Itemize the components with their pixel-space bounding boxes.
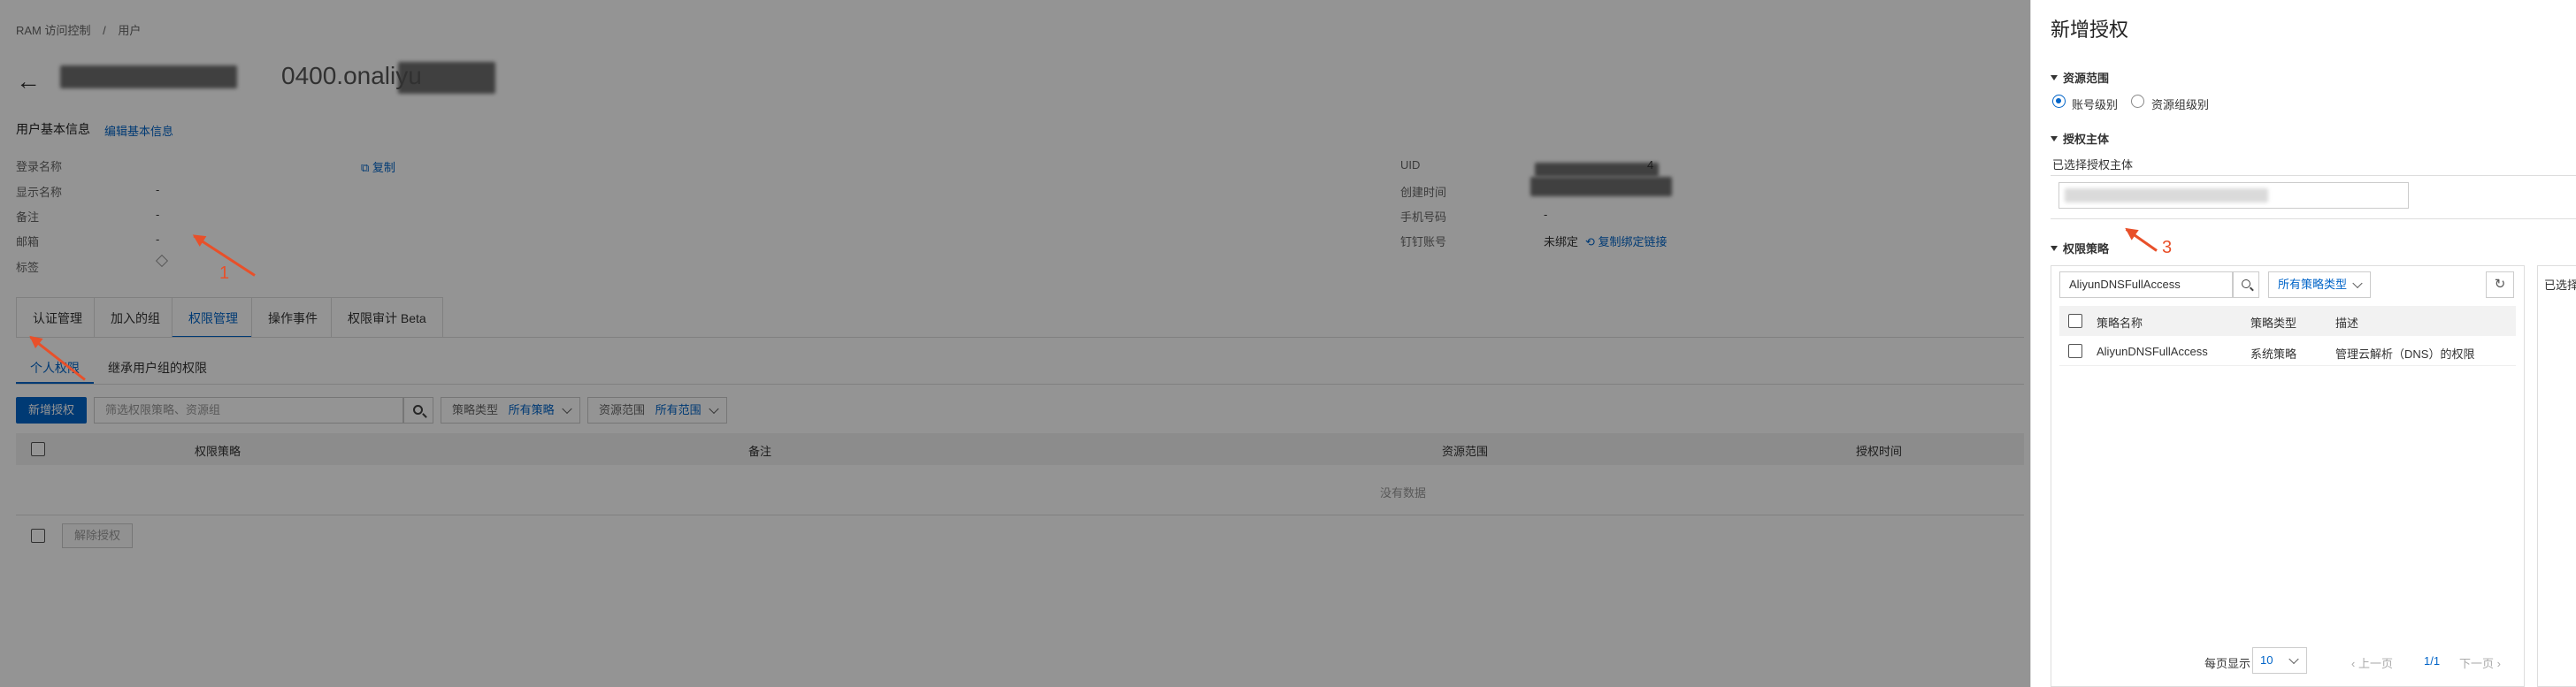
principal-redacted	[2065, 188, 2268, 202]
policy-row-checkbox[interactable]	[2068, 344, 2082, 358]
add-authorization-panel: 新增授权 资源范围 账号级别 资源组级别 授权主体 已选择授权主体 权限策略 3…	[2030, 0, 2576, 687]
radio-account-label[interactable]: 账号级别	[2072, 95, 2118, 112]
scope-section-title[interactable]: 资源范围	[2051, 69, 2109, 86]
per-page-value: 10	[2260, 653, 2273, 667]
principal-selected-label: 已选择授权主体	[2052, 158, 2134, 172]
policy-type-filter-value: 所有策略类型	[2278, 278, 2348, 291]
policy-type: 系统策略	[2250, 347, 2297, 361]
next-page-button[interactable]: 下一页 ›	[2459, 654, 2501, 671]
selected-header: 已选择	[2544, 279, 2576, 292]
principal-section-title[interactable]: 授权主体	[2051, 130, 2109, 147]
principal-selected-tag	[2058, 182, 2409, 209]
panel-title: 新增授权	[2051, 19, 2129, 41]
annotation-arrow-3	[2125, 228, 2158, 252]
prev-page-label: 上一页	[2358, 657, 2393, 670]
chevron-down-icon	[2352, 278, 2363, 289]
annotation-step-1: 1	[219, 263, 230, 283]
prev-page-button[interactable]: ‹ 上一页	[2351, 654, 2393, 671]
chevron-down-icon	[2288, 653, 2299, 665]
selected-policy-box	[2537, 265, 2576, 687]
policy-select-all-checkbox[interactable]	[2068, 314, 2082, 328]
per-page-select[interactable]: 10	[2252, 647, 2307, 674]
modal-overlay[interactable]	[0, 0, 2030, 687]
policy-column-desc: 描述	[2335, 317, 2359, 330]
policy-section-title[interactable]: 权限策略	[2051, 240, 2109, 256]
policy-name: AliyunDNSFullAccess	[2097, 345, 2208, 358]
radio-resource-group-label[interactable]: 资源组级别	[2151, 95, 2209, 112]
page-indicator: 1/1	[2424, 654, 2441, 668]
next-page-label: 下一页	[2459, 657, 2495, 670]
policy-search-button[interactable]	[2233, 271, 2259, 298]
policy-column-name: 策略名称	[2097, 317, 2143, 330]
policy-type-filter[interactable]: 所有策略类型	[2268, 271, 2371, 298]
app-root: RAM 访问控制 / 用户 ← 0400.onaliyu 用户基本信息 编辑基本…	[0, 0, 2576, 687]
policy-desc: 管理云解析（DNS）的权限	[2335, 347, 2475, 361]
search-icon-handle	[2250, 286, 2254, 292]
refresh-icon[interactable]: ↻	[2486, 271, 2514, 298]
radio-account-level[interactable]	[2052, 95, 2066, 108]
policy-table-header: 策略名称 策略类型 描述	[2059, 306, 2516, 336]
per-page-label: 每页显示	[2204, 657, 2251, 670]
policy-search-input[interactable]: AliyunDNSFullAccess	[2059, 271, 2233, 298]
radio-resource-group-level[interactable]	[2131, 95, 2144, 108]
policy-row[interactable]: AliyunDNSFullAccess 系统策略 管理云解析（DNS）的权限	[2059, 336, 2516, 366]
annotation-step-3: 3	[2162, 238, 2173, 257]
policy-column-type: 策略类型	[2250, 317, 2297, 330]
